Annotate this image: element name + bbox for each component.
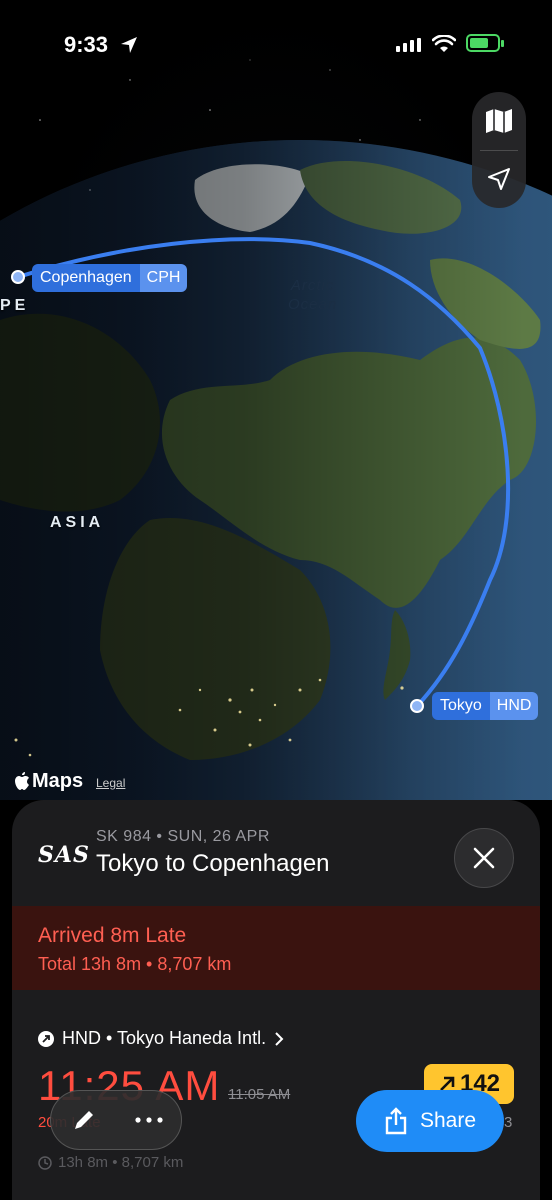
region-label-edge: PE bbox=[0, 297, 30, 314]
right-peek-text: 3 bbox=[504, 1114, 513, 1131]
edit-more-pill bbox=[50, 1090, 182, 1150]
more-button[interactable] bbox=[116, 1090, 181, 1150]
ocean-label-line1: Arctic bbox=[290, 277, 335, 294]
pencil-icon bbox=[74, 1111, 93, 1129]
clock-icon bbox=[38, 1155, 52, 1170]
cellular-signal-icon bbox=[396, 38, 421, 52]
location-arrow-icon bbox=[488, 168, 510, 190]
departure-airport-row[interactable]: HND • Tokyo Haneda Intl. bbox=[38, 1028, 284, 1049]
status-time: 9:33 bbox=[64, 32, 109, 57]
close-icon bbox=[473, 847, 495, 869]
location-services-icon bbox=[121, 37, 137, 53]
airline-logo: SAS bbox=[38, 842, 90, 868]
region-label-asia: ASIA bbox=[50, 514, 105, 531]
origin-city: Tokyo bbox=[432, 692, 490, 720]
battery-icon bbox=[466, 34, 504, 52]
destination-code: CPH bbox=[139, 264, 188, 292]
chevron-right-icon bbox=[275, 1031, 284, 1046]
duration-peek: 13h 8m • 8,707 km bbox=[58, 1154, 184, 1171]
origin-pin[interactable] bbox=[410, 699, 424, 713]
departure-icon bbox=[38, 1030, 54, 1047]
apple-logo-icon bbox=[15, 772, 29, 790]
flight-summary: Total 13h 8m • 8,707 km bbox=[38, 954, 232, 974]
origin-code: HND bbox=[489, 692, 539, 720]
map-controls bbox=[472, 92, 526, 208]
share-label: Share bbox=[419, 1109, 477, 1132]
arrival-status-banner bbox=[12, 906, 540, 990]
map-mode-button[interactable] bbox=[472, 92, 526, 150]
more-icon bbox=[134, 1117, 163, 1123]
destination-label[interactable]: Copenhagen CPH bbox=[32, 264, 188, 292]
current-location-button[interactable] bbox=[472, 150, 526, 208]
departure-scheduled-time: 11:05 AM bbox=[228, 1086, 291, 1103]
maps-wordmark: Maps bbox=[32, 770, 84, 792]
flight-route bbox=[17, 237, 511, 707]
share-icon bbox=[385, 1107, 407, 1135]
destination-city: Copenhagen bbox=[32, 264, 140, 292]
flight-title: Tokyo to Copenhagen bbox=[96, 850, 330, 877]
origin-label[interactable]: Tokyo HND bbox=[432, 692, 539, 720]
wifi-icon bbox=[432, 35, 456, 52]
close-button[interactable] bbox=[454, 828, 514, 888]
share-button[interactable]: Share bbox=[356, 1090, 504, 1152]
legal-link[interactable]: Legal bbox=[96, 776, 125, 790]
flight-meta: SK 984 • SUN, 26 APR bbox=[96, 828, 270, 845]
departure-airport: HND • Tokyo Haneda Intl. bbox=[62, 1028, 267, 1048]
edit-button[interactable] bbox=[51, 1090, 116, 1150]
maps-attribution: Maps bbox=[14, 770, 83, 793]
duration-peek-row: 13h 8m • 8,707 km bbox=[38, 1154, 183, 1171]
ocean-label: Arctic Ocean bbox=[288, 276, 337, 314]
arrival-status: Arrived 8m Late bbox=[38, 924, 187, 947]
destination-pin[interactable] bbox=[11, 270, 25, 284]
ocean-label-line2: Ocean bbox=[288, 296, 338, 313]
map-icon bbox=[486, 109, 512, 133]
